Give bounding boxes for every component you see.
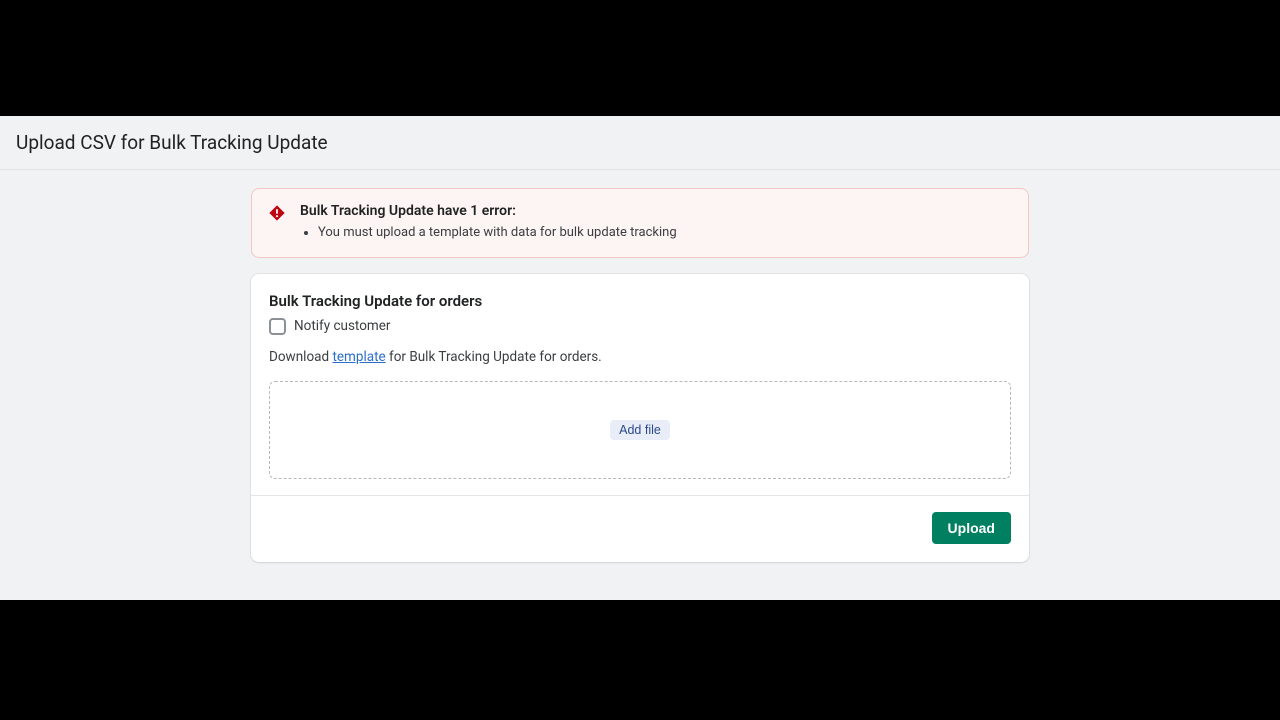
notify-customer-row: Notify customer — [269, 318, 1011, 335]
error-title: Bulk Tracking Update have 1 error: — [300, 203, 1012, 219]
download-template-link[interactable]: template — [332, 349, 385, 365]
card-divider — [251, 495, 1029, 496]
add-file-button[interactable]: Add file — [610, 420, 670, 440]
card-title: Bulk Tracking Update for orders — [269, 292, 1011, 310]
content-area: Bulk Tracking Update have 1 error: You m… — [0, 170, 1280, 600]
notify-customer-checkbox[interactable] — [269, 318, 286, 335]
download-prefix: Download — [269, 349, 332, 365]
download-template-line: Download template for Bulk Tracking Upda… — [269, 349, 1011, 365]
upload-button[interactable]: Upload — [932, 512, 1011, 544]
error-icon — [268, 204, 286, 222]
error-banner: Bulk Tracking Update have 1 error: You m… — [251, 188, 1029, 258]
error-body: Bulk Tracking Update have 1 error: You m… — [300, 203, 1012, 243]
main-column: Bulk Tracking Update have 1 error: You m… — [251, 188, 1029, 600]
letterbox-top — [0, 0, 1280, 116]
download-suffix: for Bulk Tracking Update for orders. — [386, 349, 602, 365]
file-dropzone[interactable]: Add file — [269, 381, 1011, 479]
upload-card: Bulk Tracking Update for orders Notify c… — [251, 274, 1029, 562]
notify-customer-label: Notify customer — [294, 318, 391, 334]
card-actions: Upload — [269, 512, 1011, 544]
letterbox-bottom — [0, 600, 1280, 720]
page-header: Upload CSV for Bulk Tracking Update — [0, 116, 1280, 170]
error-list-item: You must upload a template with data for… — [318, 223, 1012, 243]
page-title: Upload CSV for Bulk Tracking Update — [16, 131, 328, 154]
app-container: Upload CSV for Bulk Tracking Update Bulk… — [0, 116, 1280, 600]
error-list: You must upload a template with data for… — [300, 223, 1012, 243]
